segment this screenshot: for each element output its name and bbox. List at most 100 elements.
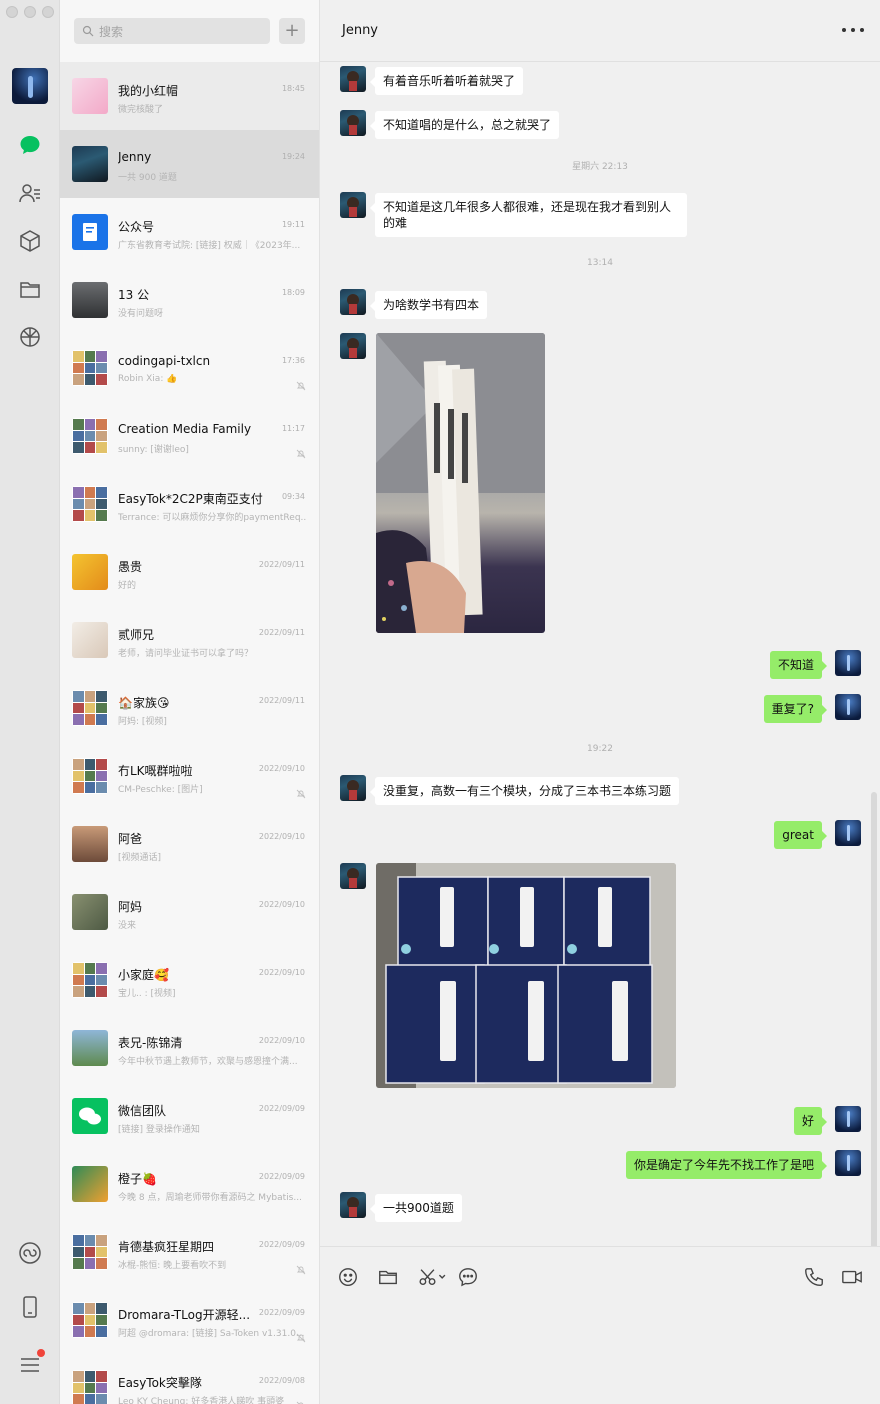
chat-name: 阿爸	[118, 832, 143, 846]
message-bubble-incoming[interactable]: 没重复，高数一有三个模块，分成了三本书三本练习题	[369, 777, 680, 805]
chat-preview: 一共 900 道题	[118, 173, 177, 183]
close-window-button[interactable]	[6, 6, 18, 18]
mute-icon	[296, 1328, 306, 1343]
chat-name: EasyTok突擊隊	[118, 1376, 202, 1390]
chat-preview: Leo KY Cheung: 好多香港人睇吹 事頭婆	[118, 1397, 285, 1404]
chat-list-item[interactable]: Creation Media Family 11:17 sunny: [谢谢leo]	[60, 402, 319, 470]
books-photo-2[interactable]	[376, 863, 676, 1088]
menu-icon[interactable]	[17, 1349, 45, 1378]
message-bubble-outgoing[interactable]: 不知道	[769, 651, 828, 679]
message-timestamp: 星期六 22:13	[572, 162, 628, 172]
chat-list-item[interactable]: 冇LK嘅群啦啦 2022/09/10 CM-Peschke: [图片]	[60, 742, 319, 810]
window-controls	[6, 6, 54, 18]
wechat-window: 搜索 + 我的小红帽 18:45 微完核酸了 Jenny 19:24 一共 900 道题公…	[0, 0, 880, 1404]
chat-list-item[interactable]: 橙子🍓 2022/09/09 今晚 8 点，周瑜老师带你看源码之 Mybatis..…	[60, 1150, 319, 1218]
books-photo-1[interactable]	[376, 333, 545, 633]
chat-list-item[interactable]: 公众号 19:11 广东省教育考试院: [链接] 权威｜《2023年...	[60, 198, 319, 266]
chat-time: 2022/09/08	[258, 1376, 305, 1385]
chat-preview: Robin Xia: 👍	[118, 374, 178, 384]
chat-time: 09:34	[281, 492, 305, 501]
contact-avatar[interactable]	[340, 1192, 366, 1218]
search-input[interactable]: 搜索	[74, 18, 270, 44]
message-bubble-outgoing[interactable]: 重复了?	[763, 695, 828, 723]
chat-list-item[interactable]: 贰师兄 2022/09/11 老师，请问毕业证书可以拿了吗？	[60, 606, 319, 674]
message-bubble-incoming[interactable]: 有着音乐听着听着就哭了	[369, 67, 524, 95]
contacts-icon[interactable]	[17, 180, 43, 206]
my-avatar-small[interactable]	[835, 820, 861, 846]
chat-avatar	[72, 1302, 108, 1338]
message-bubble-incoming[interactable]: 为啥数学书有四本	[369, 291, 488, 319]
chat-list-item[interactable]: 表兄-陈锦清 2022/09/10 今年中秋节遇上教师节，欢聚与感恩撞个满...	[60, 1014, 319, 1082]
chat-avatar	[72, 894, 108, 930]
chat-name: 贰师兄	[118, 628, 155, 642]
scrollbar[interactable]	[871, 792, 877, 1246]
my-avatar-small[interactable]	[835, 1150, 861, 1176]
message-area[interactable]: 有着音乐听着听着就哭了 不知道唱的是什么，总之就哭了 星期六 22:13 不知道…	[320, 62, 880, 1246]
chat-list-item[interactable]: 肯德基疯狂星期四 2022/09/09 冰棍-熊恒: 晚上要看吹不到	[60, 1218, 319, 1286]
add-button[interactable]: +	[279, 18, 305, 44]
chat-preview: 没有问题呀	[118, 309, 164, 319]
chat-preview: sunny: [谢谢leo]	[118, 445, 189, 455]
minimize-window-button[interactable]	[24, 6, 36, 18]
chat-list-item[interactable]: Jenny 19:24 一共 900 道题	[60, 130, 319, 198]
chat-avatar	[72, 758, 108, 794]
chat-list-item[interactable]: 愚贵 2022/09/11 好的	[60, 538, 319, 606]
chat-avatar	[72, 622, 108, 658]
my-avatar-small[interactable]	[835, 650, 861, 676]
chat-preview: 阿超 @dromara: [链接] Sa-Token v1.31.0...	[118, 1329, 305, 1339]
message-bubble-outgoing[interactable]: 好	[793, 1107, 828, 1135]
video-icon[interactable]	[840, 1265, 864, 1289]
chat-list-item[interactable]: 13 公 18:09 没有问题呀	[60, 266, 319, 334]
emoji-icon[interactable]	[336, 1265, 360, 1289]
scissors-icon[interactable]	[416, 1265, 450, 1289]
contact-avatar[interactable]	[340, 66, 366, 92]
chat-list-item[interactable]: 🏠家族😘 2022/09/11 阿妈: [视频]	[60, 674, 319, 742]
favorites-icon[interactable]	[17, 228, 43, 254]
contact-avatar[interactable]	[340, 333, 366, 359]
chat-list-item[interactable]: codingapi-txlcn 17:36 Robin Xia: 👍	[60, 334, 319, 402]
chat-list-item[interactable]: 阿妈 2022/09/10 没来	[60, 878, 319, 946]
moments-icon[interactable]	[17, 324, 43, 350]
input-area[interactable]	[320, 1246, 880, 1404]
my-avatar-small[interactable]	[835, 1106, 861, 1132]
chat-list-item[interactable]: 我的小红帽 18:45 微完核酸了	[60, 62, 319, 130]
chat-avatar	[72, 962, 108, 998]
chat-name: 13 公	[118, 288, 150, 302]
contact-avatar[interactable]	[340, 863, 366, 889]
message-bubble-incoming[interactable]: 一共900道题	[370, 1194, 462, 1222]
chat-time: 2022/09/10	[258, 764, 305, 773]
contact-avatar[interactable]	[340, 775, 366, 801]
chat-preview: [视频通话]	[118, 853, 162, 863]
chat-avatar	[72, 1098, 108, 1134]
chat-bubble-icon[interactable]	[456, 1265, 480, 1289]
folder-icon[interactable]	[376, 1265, 400, 1289]
chat-list-item[interactable]: 微信团队 2022/09/09 [链接] 登录操作通知	[60, 1082, 319, 1150]
chat-time: 18:09	[281, 288, 305, 297]
chat-avatar	[72, 282, 108, 318]
chat-list-item[interactable]: 阿爸 2022/09/10 [视频通话]	[60, 810, 319, 878]
files-icon[interactable]	[17, 276, 43, 302]
chat-list-item[interactable]: 小家庭🥰 2022/09/10 宝儿.. : [视频]	[60, 946, 319, 1014]
mute-icon	[296, 1260, 306, 1275]
mini-programs-icon[interactable]	[17, 1240, 43, 1266]
chats-icon[interactable]	[17, 132, 43, 158]
message-bubble-outgoing[interactable]: great	[774, 821, 827, 849]
more-icon[interactable]	[842, 22, 864, 38]
message-bubble-incoming[interactable]: 不知道是这几年很多人都很难，还是现在我才看到别人的难	[370, 193, 687, 237]
my-avatar-small[interactable]	[835, 694, 861, 720]
phone-device-icon[interactable]	[17, 1294, 43, 1320]
chat-list-item[interactable]: EasyTok*2C2P東南亞支付 09:34 Terrance: 可以麻烦你分享你…	[60, 470, 319, 538]
contact-avatar[interactable]	[340, 192, 366, 218]
chat-list-item[interactable]: EasyTok突擊隊 2022/09/08 Leo KY Cheung: 好多香港人…	[60, 1354, 319, 1404]
contact-avatar[interactable]	[340, 110, 366, 136]
my-avatar[interactable]	[12, 68, 48, 104]
zoom-window-button[interactable]	[42, 6, 54, 18]
chat-name: 冇LK嘅群啦啦	[118, 764, 193, 778]
chat-avatar	[72, 418, 108, 454]
phone-icon[interactable]	[802, 1265, 826, 1289]
chat-avatar	[72, 1166, 108, 1202]
chat-list-item[interactable]: Dromara-TLog开源轻... 2022/09/09 阿超 @dromara:…	[60, 1286, 319, 1354]
message-bubble-outgoing[interactable]: 你是确定了今年先不找工作了是吧	[625, 1151, 828, 1179]
contact-avatar[interactable]	[340, 289, 366, 315]
message-bubble-incoming[interactable]: 不知道唱的是什么，总之就哭了	[369, 111, 560, 139]
